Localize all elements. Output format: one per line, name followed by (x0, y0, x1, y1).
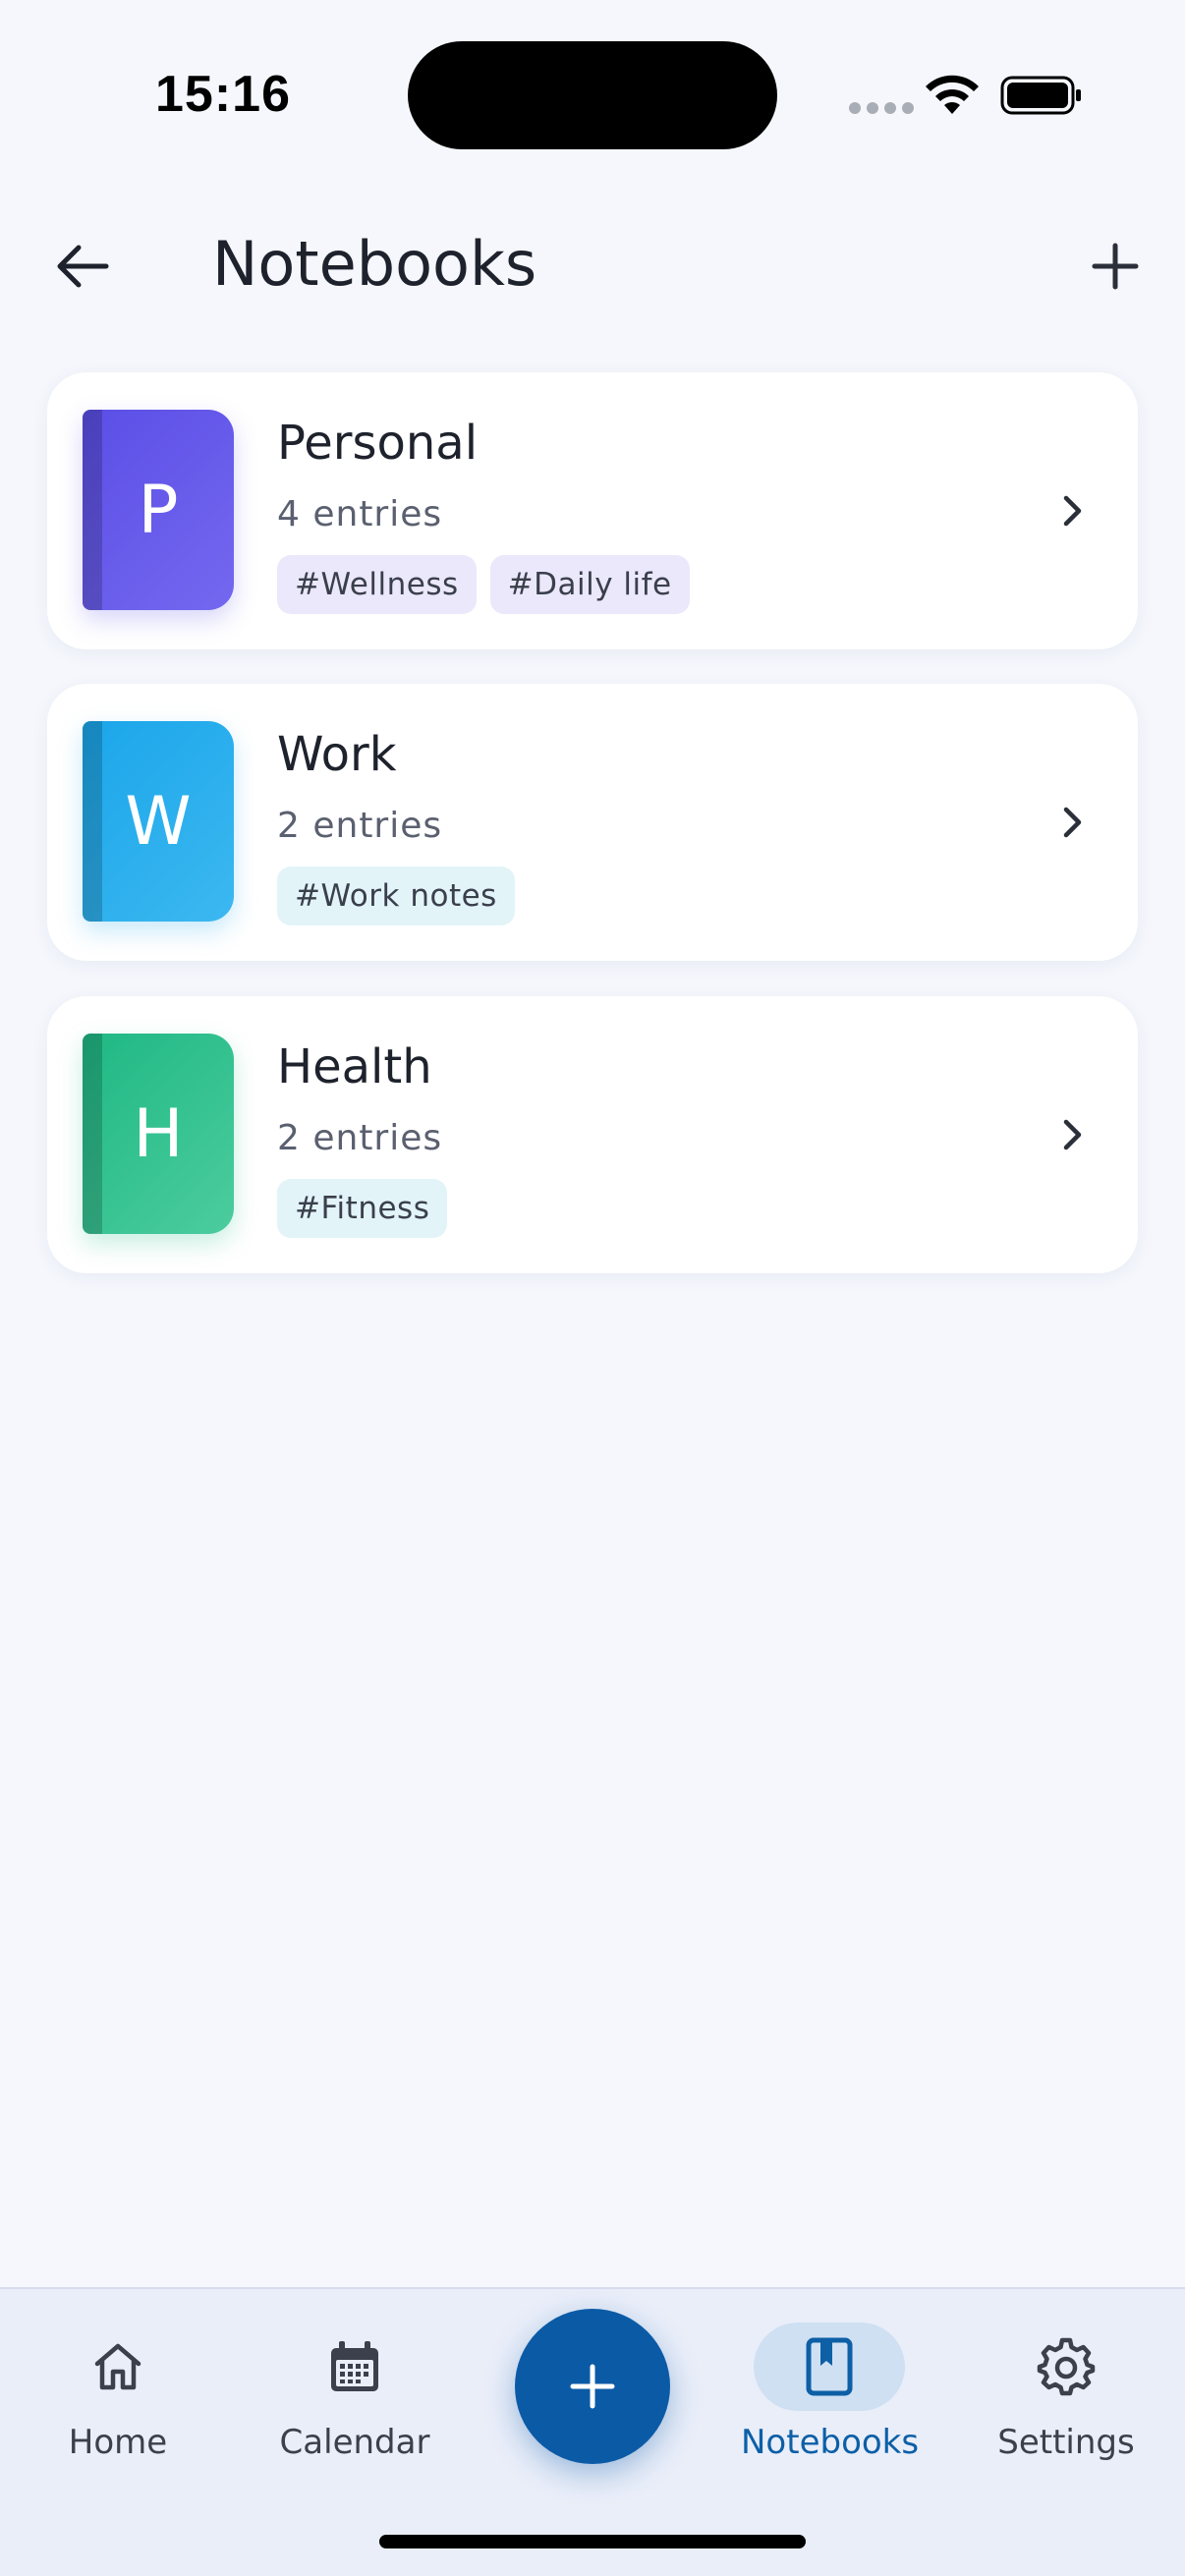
notebook-entry-count: 4 entries (277, 494, 443, 534)
bottom-navigation: Home Calendar Notebooks Settings (0, 2287, 1185, 2576)
new-entry-fab-button[interactable] (515, 2309, 670, 2464)
tag-chip[interactable]: #Work notes (277, 867, 515, 925)
notebook-entry-count: 2 entries (277, 806, 443, 846)
notebook-cover-letter: W (125, 782, 192, 861)
calendar-icon (331, 2341, 378, 2391)
chevron-right-icon (1063, 495, 1082, 527)
notebook-name: Personal (277, 416, 479, 471)
chevron-right-icon (1063, 807, 1082, 838)
notebook-tags: #Work notes (277, 867, 515, 925)
nav-label: Home (68, 2423, 168, 2462)
nav-item-home[interactable]: Home (29, 2323, 206, 2462)
home-icon (94, 2343, 141, 2390)
nav-item-notebooks[interactable]: Notebooks (741, 2323, 920, 2462)
notebook-name: Work (277, 727, 397, 782)
status-bar: 15:16 (0, 0, 1185, 187)
tag-chip[interactable]: #Fitness (277, 1179, 448, 1238)
notebook-cover-letter: P (138, 471, 179, 549)
home-indicator (379, 2535, 806, 2548)
tag-chip[interactable]: #Daily life (489, 555, 690, 614)
nav-label: Calendar (279, 2423, 430, 2462)
back-arrow-icon[interactable] (49, 232, 118, 301)
notebook-cover: W (83, 721, 234, 922)
wifi-icon (926, 75, 979, 114)
notebook-cover: P (83, 410, 234, 610)
app-header: Notebooks (0, 196, 1185, 334)
page-title: Notebooks (212, 228, 537, 300)
cellular-signal-icon (849, 102, 914, 114)
notebook-cover-letter: H (133, 1094, 184, 1173)
add-notebook-plus-icon[interactable] (1081, 232, 1150, 301)
notebook-card-personal[interactable]: P Personal 4 entries #Wellness #Daily li… (47, 372, 1138, 649)
dynamic-island (408, 41, 777, 149)
notebook-card-work[interactable]: W Work 2 entries #Work notes (47, 684, 1138, 961)
notebook-tags: #Fitness (277, 1179, 448, 1238)
notebook-icon (806, 2337, 853, 2396)
nav-item-calendar[interactable]: Calendar (266, 2323, 443, 2462)
nav-active-indicator (754, 2323, 905, 2411)
notebook-tags: #Wellness #Daily life (277, 555, 690, 614)
notebook-entry-count: 2 entries (277, 1118, 443, 1158)
notebook-cover: H (83, 1034, 234, 1234)
tag-chip[interactable]: #Wellness (277, 555, 477, 614)
chevron-right-icon (1063, 1119, 1082, 1150)
nav-item-settings[interactable]: Settings (978, 2323, 1155, 2462)
status-time: 15:16 (155, 66, 291, 123)
notebook-card-health[interactable]: H Health 2 entries #Fitness (47, 996, 1138, 1273)
plus-icon (570, 2364, 615, 2409)
battery-icon (1000, 76, 1081, 115)
notebook-name: Health (277, 1039, 432, 1094)
gear-icon (1037, 2337, 1096, 2396)
nav-label: Settings (997, 2423, 1135, 2462)
nav-label: Notebooks (741, 2423, 920, 2462)
